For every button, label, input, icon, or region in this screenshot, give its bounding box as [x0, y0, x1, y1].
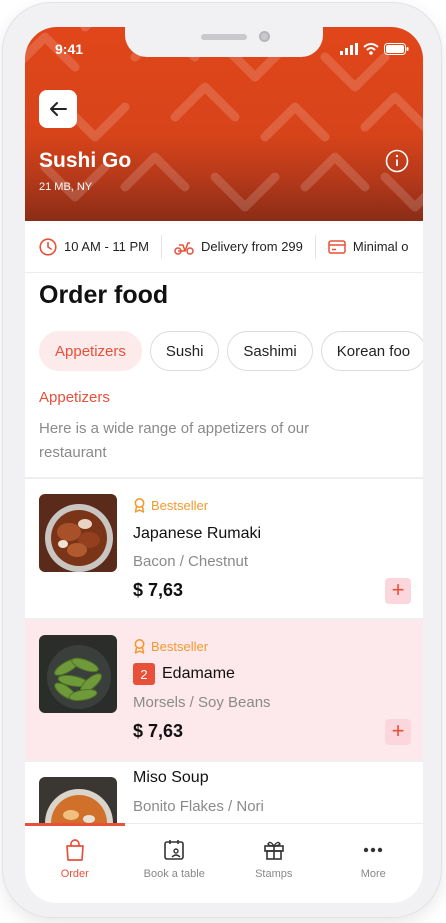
item-name-text: Japanese Rumaki — [133, 525, 262, 542]
minimal-order-text: Minimal o — [352, 239, 409, 254]
page-title: Order food — [39, 281, 169, 309]
device-notch — [125, 27, 323, 57]
item-description: Morsels / Soy Beans — [133, 694, 271, 711]
nav-book-table[interactable]: Book a table — [125, 824, 225, 903]
nav-stamps[interactable]: Stamps — [224, 824, 324, 903]
tab-sashimi[interactable]: Sashimi — [227, 331, 313, 371]
restaurant-header: 9:41 Sushi Go 21 MB, NY — [25, 27, 423, 221]
app-screen: 9:41 Sushi Go 21 MB, NY 10 AM - 11 PM De… — [25, 27, 423, 903]
section-description: Here is a wide range of appetizers of ou… — [39, 420, 310, 461]
arrow-left-icon — [50, 102, 67, 116]
award-icon — [134, 498, 145, 513]
card-icon — [328, 239, 346, 254]
tab-appetizers[interactable]: Appetizers — [39, 331, 142, 371]
nav-order[interactable]: Order — [25, 824, 125, 903]
rumaki-photo — [39, 494, 117, 572]
add-to-cart-button[interactable]: + — [385, 719, 411, 745]
menu-item-edamame[interactable]: Bestseller 2 Edamame Morsels / Soy Beans… — [25, 620, 423, 760]
info-icon — [385, 149, 409, 173]
bestseller-badge: Bestseller — [133, 498, 208, 513]
phone-frame: 9:41 Sushi Go 21 MB, NY 10 AM - 11 PM De… — [3, 3, 441, 917]
tab-sushi[interactable]: Sushi — [149, 331, 220, 371]
wifi-icon — [363, 43, 379, 55]
restaurant-name: Sushi Go — [39, 149, 132, 172]
scooter-icon — [174, 241, 194, 255]
food-image — [39, 494, 117, 572]
add-to-cart-button[interactable]: + — [385, 578, 411, 604]
edamame-photo — [39, 635, 117, 713]
signal-icon — [340, 43, 358, 55]
item-description: Bacon / Chestnut — [133, 553, 249, 570]
gift-icon — [263, 841, 284, 860]
minimal-order-info: Minimal o — [314, 234, 421, 259]
cart-quantity-badge: 2 — [133, 663, 155, 685]
battery-icon — [384, 43, 409, 55]
active-tab-indicator — [25, 823, 125, 826]
speaker-grille — [201, 34, 247, 40]
section-title: Appetizers — [39, 389, 110, 406]
delivery-info: Delivery from 299 — [161, 234, 315, 259]
info-button[interactable] — [385, 149, 409, 178]
restaurant-address: 21 MB, NY — [39, 181, 93, 193]
badge-label: Bestseller — [151, 639, 209, 654]
item-name: 2 Edamame — [133, 663, 235, 685]
food-image — [39, 635, 117, 713]
nav-book-table-label: Book a table — [143, 868, 205, 880]
bottom-navigation: Order Book a table Stamps More — [25, 823, 423, 903]
item-name-text: Edamame — [162, 665, 235, 682]
item-price: $ 7,63 — [133, 721, 184, 741]
bestseller-badge: Bestseller — [133, 639, 208, 654]
item-description: Bonito Flakes / Nori — [133, 798, 264, 815]
badge-label: Bestseller — [151, 498, 209, 513]
item-price: $ 7,63 — [133, 580, 184, 600]
front-camera — [259, 31, 270, 42]
item-name: Miso Soup — [133, 769, 209, 787]
menu-item-rumaki[interactable]: Bestseller Japanese Rumaki Bacon / Chest… — [25, 479, 423, 618]
more-dots-icon — [364, 847, 383, 853]
delivery-info-text: Delivery from 299 — [201, 239, 303, 254]
status-time: 9:41 — [55, 41, 84, 57]
opening-hours-text: 10 AM - 11 PM — [64, 239, 150, 254]
category-tabs: Appetizers Sushi Sashimi Korean foo — [39, 331, 423, 371]
nav-more[interactable]: More — [324, 824, 424, 903]
award-icon — [134, 639, 145, 654]
food-image — [39, 777, 117, 823]
item-name: Japanese Rumaki — [133, 525, 261, 543]
nav-stamps-label: Stamps — [255, 868, 293, 880]
opening-hours: 10 AM - 11 PM — [25, 235, 161, 259]
nav-more-label: More — [360, 868, 386, 880]
back-button[interactable] — [39, 90, 77, 128]
status-icons — [340, 43, 409, 55]
bag-icon — [65, 839, 84, 861]
miso-soup-photo — [39, 777, 117, 823]
calendar-icon — [164, 840, 185, 860]
clock-icon — [39, 237, 57, 256]
menu-item-miso-soup[interactable]: Miso Soup Bonito Flakes / Nori — [25, 762, 423, 823]
tab-korean-food[interactable]: Korean foo — [320, 331, 423, 371]
restaurant-info-bar: 10 AM - 11 PM Delivery from 299 Minimal … — [25, 221, 423, 273]
item-name-text: Miso Soup — [133, 769, 209, 786]
nav-order-label: Order — [60, 868, 89, 880]
